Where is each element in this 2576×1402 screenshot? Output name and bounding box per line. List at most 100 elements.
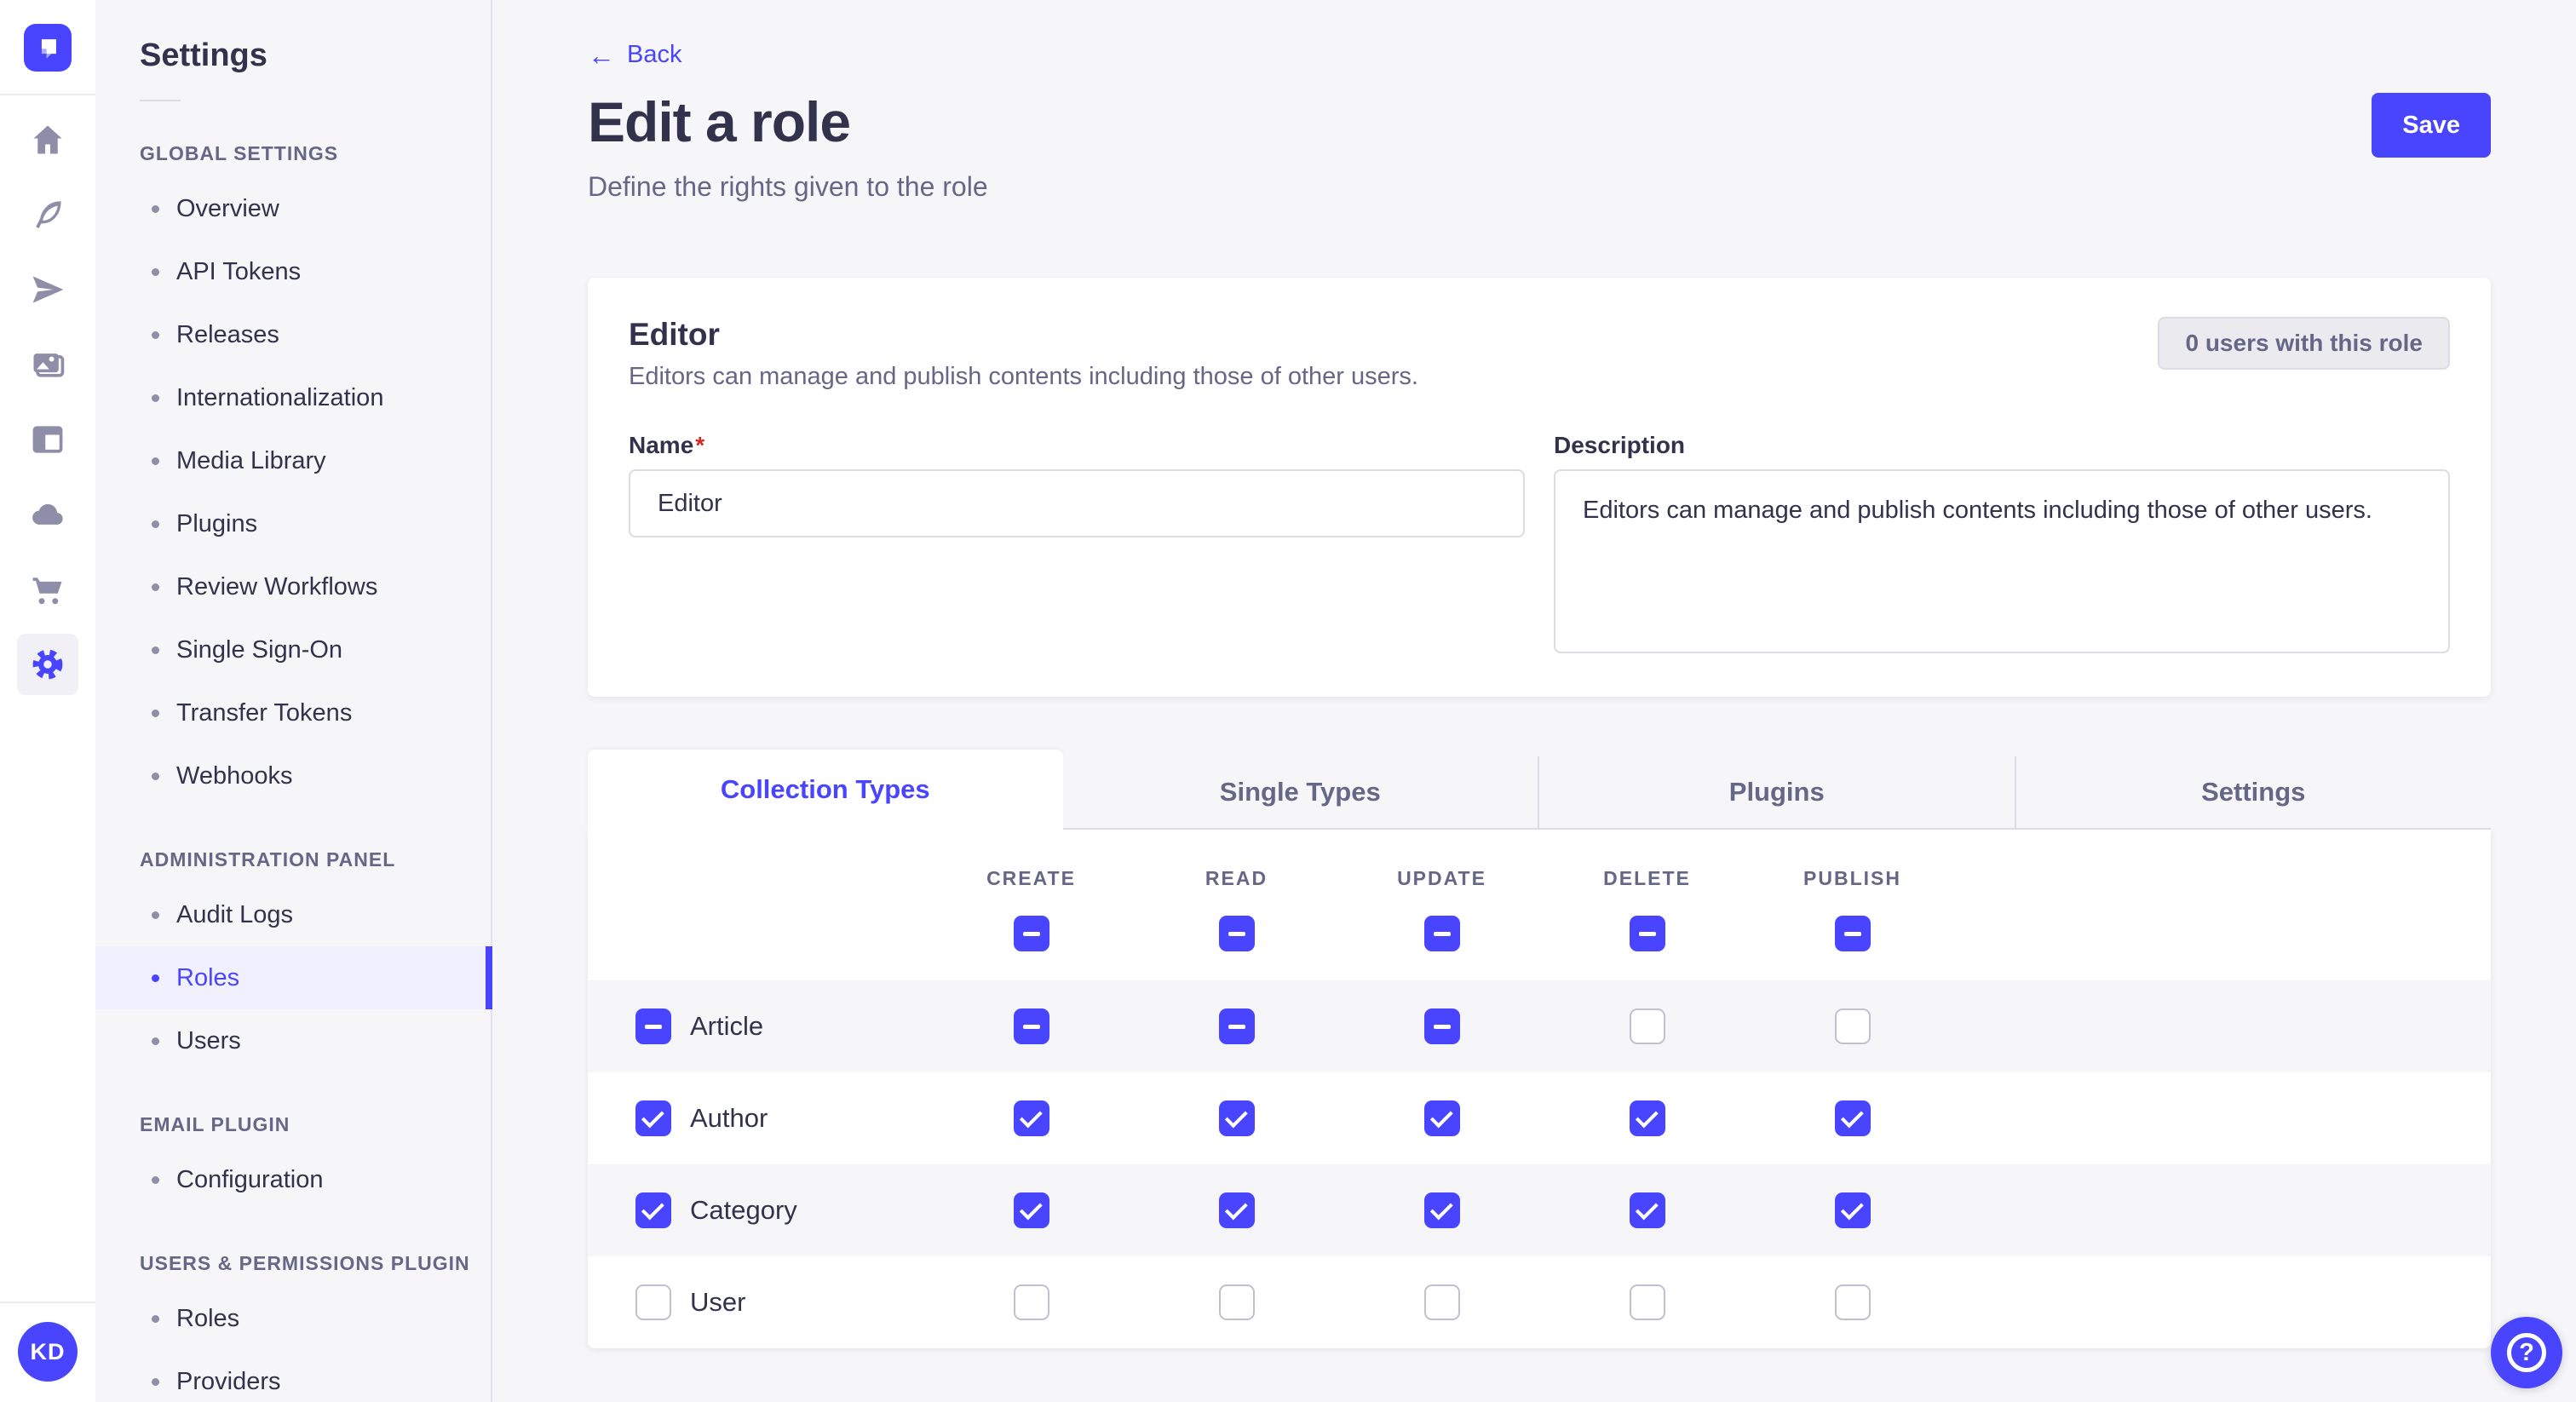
sidebar-item-plugins[interactable]: Plugins	[95, 492, 491, 555]
row-checkbox-author[interactable]	[635, 1100, 671, 1136]
layout-icon[interactable]	[17, 409, 78, 470]
save-button[interactable]: Save	[2372, 93, 2491, 158]
section-administration-panel: ADMINISTRATION PANEL Audit Logs Roles Us…	[95, 848, 491, 1072]
category-update-checkbox[interactable]	[1424, 1192, 1460, 1228]
home-icon[interactable]	[17, 109, 78, 170]
section-users-permissions-plugin: USERS & PERMISSIONS PLUGIN Roles Provide…	[95, 1252, 491, 1402]
sidebar-item-users[interactable]: Users	[95, 1009, 491, 1072]
sidebar-title-divider	[140, 100, 181, 101]
tab-single-types[interactable]: Single Types	[1063, 756, 1538, 830]
category-create-checkbox[interactable]	[1014, 1192, 1049, 1228]
user-create-checkbox[interactable]	[1014, 1284, 1049, 1320]
page-title: Edit a role	[588, 89, 850, 154]
sidebar-item-overview[interactable]: Overview	[95, 177, 491, 240]
user-delete-checkbox[interactable]	[1630, 1284, 1665, 1320]
role-summary: Editors can manage and publish contents …	[629, 363, 1418, 391]
article-update-checkbox[interactable]	[1424, 1008, 1460, 1044]
bullet-icon	[152, 911, 159, 919]
tab-settings[interactable]: Settings	[2015, 756, 2492, 830]
sidebar-item-transfer-tokens[interactable]: Transfer Tokens	[95, 681, 491, 744]
permission-row-user: User	[588, 1256, 2491, 1348]
select-all-read-checkbox[interactable]	[1219, 916, 1255, 951]
category-publish-checkbox[interactable]	[1835, 1192, 1871, 1228]
author-publish-checkbox[interactable]	[1835, 1100, 1871, 1136]
author-read-checkbox[interactable]	[1219, 1100, 1255, 1136]
sidebar-item-up-roles[interactable]: Roles	[95, 1287, 491, 1350]
sidebar-item-up-providers[interactable]: Providers	[95, 1350, 491, 1402]
bullet-icon	[152, 520, 159, 528]
column-header-spacer	[588, 867, 929, 890]
bullet-icon	[152, 974, 159, 982]
user-avatar[interactable]: KD	[18, 1322, 78, 1382]
permissions-card: Collection Types Single Types Plugins Se…	[588, 750, 2491, 1348]
permission-row-author: Author	[588, 1072, 2491, 1164]
select-all-create-checkbox[interactable]	[1014, 916, 1049, 951]
paper-plane-icon[interactable]	[17, 259, 78, 320]
cart-icon[interactable]	[17, 559, 78, 620]
name-field-label: Name	[629, 432, 693, 458]
column-header-delete: DELETE	[1603, 867, 1691, 890]
back-link[interactable]: ← Back	[588, 41, 681, 69]
sidebar-item-configuration[interactable]: Configuration	[95, 1148, 491, 1211]
users-with-role-button[interactable]: 0 users with this role	[2158, 317, 2450, 370]
sidebar-item-releases[interactable]: Releases	[95, 303, 491, 366]
bullet-icon	[152, 268, 159, 276]
settings-gear-icon[interactable]	[17, 634, 78, 695]
author-delete-checkbox[interactable]	[1630, 1100, 1665, 1136]
row-checkbox-user[interactable]	[635, 1284, 671, 1320]
help-button[interactable]: ?	[2491, 1317, 2562, 1388]
permissions-panel: CREATE READ UPDATE DELETE PUBLISH	[588, 830, 2491, 1348]
user-publish-checkbox[interactable]	[1835, 1284, 1871, 1320]
feather-icon[interactable]	[17, 184, 78, 245]
role-info-card: Editor Editors can manage and publish co…	[588, 278, 2491, 697]
author-create-checkbox[interactable]	[1014, 1100, 1049, 1136]
select-all-update-checkbox[interactable]	[1424, 916, 1460, 951]
category-delete-checkbox[interactable]	[1630, 1192, 1665, 1228]
role-description-textarea[interactable]: Editors can manage and publish contents …	[1554, 469, 2450, 653]
sidebar-item-roles-active[interactable]: Roles	[95, 946, 491, 1009]
article-read-checkbox[interactable]	[1219, 1008, 1255, 1044]
strapi-logo[interactable]	[24, 24, 72, 72]
bullet-icon	[152, 457, 159, 465]
select-all-delete-checkbox[interactable]	[1630, 916, 1665, 951]
role-name-input[interactable]	[629, 469, 1525, 537]
bullet-icon	[152, 646, 159, 654]
section-header: USERS & PERMISSIONS PLUGIN	[95, 1252, 491, 1275]
sidebar-item-review-workflows[interactable]: Review Workflows	[95, 555, 491, 618]
sidebar-item-internationalization[interactable]: Internationalization	[95, 366, 491, 429]
row-label: Author	[690, 1103, 768, 1134]
article-delete-checkbox[interactable]	[1630, 1008, 1665, 1044]
article-publish-checkbox[interactable]	[1835, 1008, 1871, 1044]
select-all-publish-checkbox[interactable]	[1835, 916, 1871, 951]
tab-collection-types[interactable]: Collection Types	[588, 750, 1063, 830]
article-create-checkbox[interactable]	[1014, 1008, 1049, 1044]
required-asterisk: *	[695, 432, 704, 458]
bullet-icon	[152, 205, 159, 213]
user-update-checkbox[interactable]	[1424, 1284, 1460, 1320]
sidebar-item-audit-logs[interactable]: Audit Logs	[95, 883, 491, 946]
user-read-checkbox[interactable]	[1219, 1284, 1255, 1320]
author-update-checkbox[interactable]	[1424, 1100, 1460, 1136]
back-arrow-icon: ←	[588, 42, 615, 69]
permission-row-category: Category	[588, 1164, 2491, 1256]
section-email-plugin: EMAIL PLUGIN Configuration	[95, 1113, 491, 1211]
row-label: Category	[690, 1195, 797, 1226]
cloud-icon[interactable]	[17, 484, 78, 545]
row-checkbox-article[interactable]	[635, 1008, 671, 1044]
column-header-publish: PUBLISH	[1803, 867, 1901, 890]
main-content: ← Back Edit a role Save Define the right…	[492, 0, 2576, 1402]
sidebar-item-single-sign-on[interactable]: Single Sign-On	[95, 618, 491, 681]
row-checkbox-category[interactable]	[635, 1192, 671, 1228]
sidebar-item-api-tokens[interactable]: API Tokens	[95, 240, 491, 303]
bullet-icon	[152, 773, 159, 780]
bullet-icon	[152, 710, 159, 717]
media-library-icon[interactable]	[17, 334, 78, 395]
bullet-icon	[152, 1315, 159, 1323]
bullet-icon	[152, 1037, 159, 1045]
question-mark-icon: ?	[2507, 1333, 2546, 1372]
category-read-checkbox[interactable]	[1219, 1192, 1255, 1228]
sidebar-item-webhooks[interactable]: Webhooks	[95, 744, 491, 807]
bullet-icon	[152, 394, 159, 402]
sidebar-item-media-library[interactable]: Media Library	[95, 429, 491, 492]
tab-plugins[interactable]: Plugins	[1538, 756, 2015, 830]
